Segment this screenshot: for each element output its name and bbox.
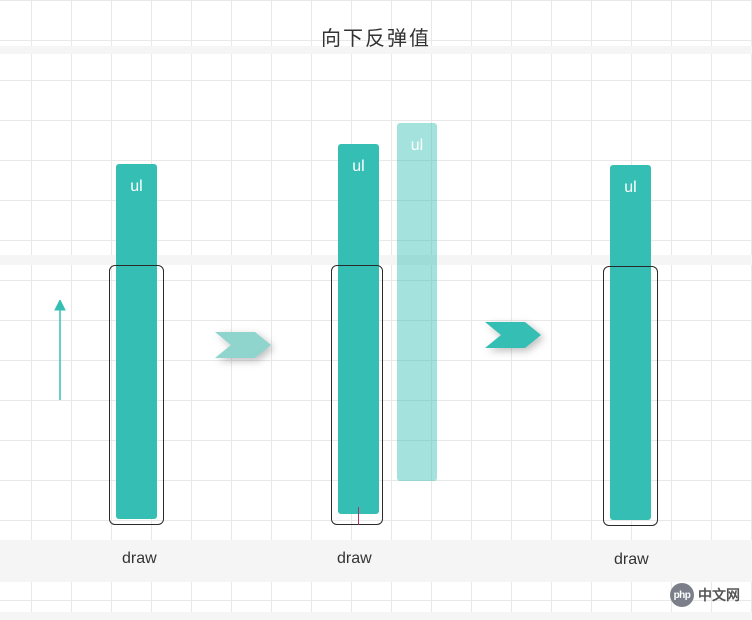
- draw-rect-left: [109, 265, 164, 525]
- up-arrow-icon: [53, 300, 67, 400]
- ul-label-left: ul: [116, 164, 157, 196]
- pinline-middle: [358, 507, 359, 525]
- ul-ghost-middle: ul: [397, 123, 437, 481]
- caption-right: draw: [614, 551, 649, 569]
- watermark-badge: php: [670, 583, 694, 607]
- draw-rect-right: [603, 266, 658, 526]
- ul-label-middle: ul: [338, 144, 379, 176]
- watermark-text: 中文网: [698, 585, 740, 605]
- chevron-right-icon: [485, 318, 553, 352]
- caption-left: draw: [122, 550, 157, 568]
- chevron-right-icon: [215, 328, 283, 362]
- draw-rect-middle: [331, 265, 383, 525]
- ul-label-right: ul: [610, 165, 651, 197]
- watermark: php 中文网: [670, 583, 740, 607]
- diagram-title: 向下反弹值: [0, 22, 752, 51]
- ul-ghost-label-middle: ul: [397, 123, 437, 155]
- caption-middle: draw: [337, 550, 372, 568]
